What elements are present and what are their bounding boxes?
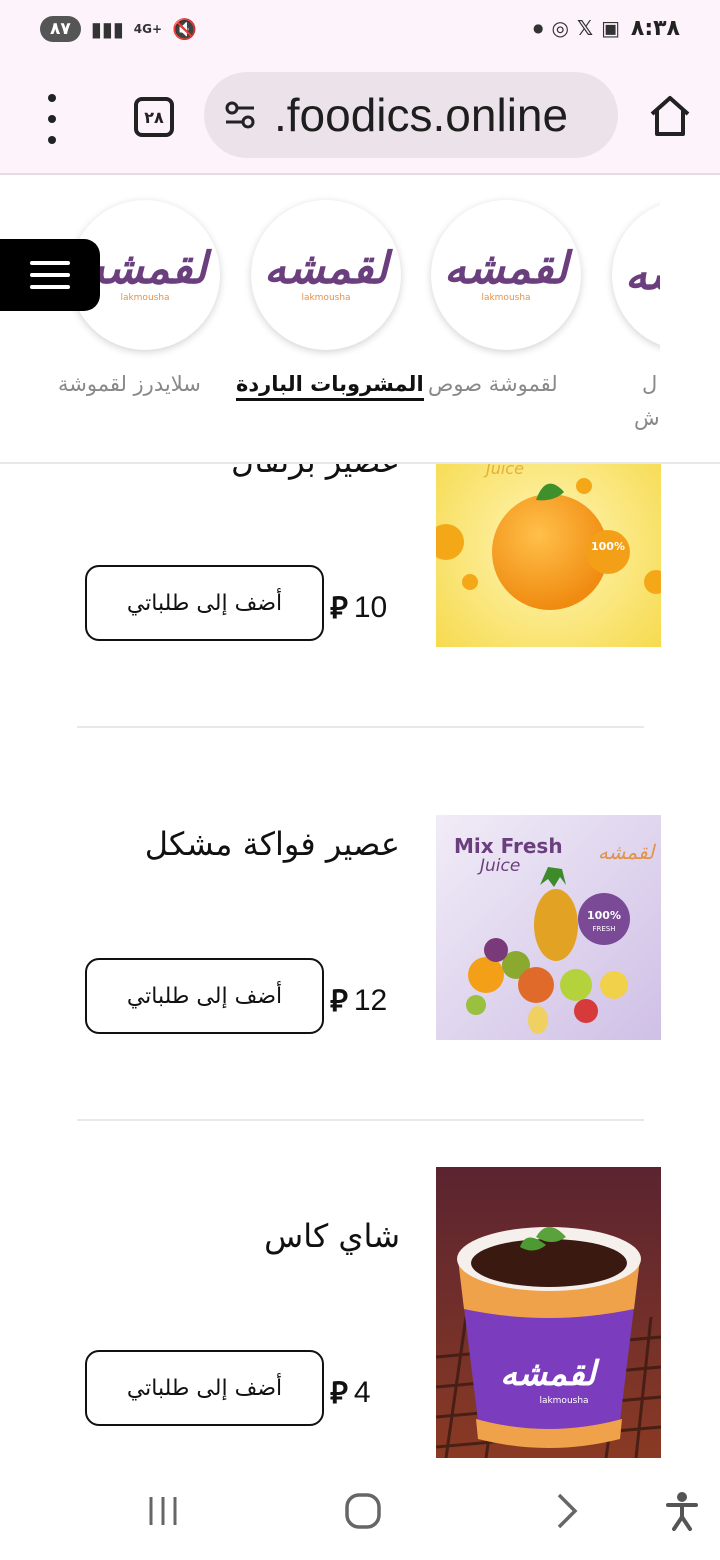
category-label-cold-drinks[interactable]: المشروبات الباردة bbox=[236, 372, 424, 401]
item-divider bbox=[77, 1119, 644, 1121]
item-price: ⃁ 10 bbox=[330, 588, 387, 627]
site-settings-icon[interactable] bbox=[222, 97, 258, 133]
image-badge-text: 100% bbox=[591, 540, 625, 553]
accessibility-icon bbox=[666, 1492, 698, 1531]
status-notifications: ● ◎ 𝕏 ▣ bbox=[533, 16, 620, 40]
url-text: .foodics.online bbox=[274, 89, 569, 141]
item-price: ⃁ 4 bbox=[330, 1373, 371, 1412]
add-to-order-button[interactable]: أضف إلى طلباتي bbox=[85, 1350, 324, 1426]
riyal-symbol-icon: ⃁ bbox=[330, 985, 348, 1018]
item-divider bbox=[77, 726, 644, 728]
logo-text-ar: لقمشه bbox=[264, 243, 388, 294]
clock: ٨:٣٨ bbox=[630, 16, 680, 41]
menu-items-list: عصير برتقال Juice 100% ⃁ 10 bbox=[0, 464, 720, 1464]
price-value: 12 bbox=[353, 983, 388, 1017]
item-name: عصير برتقال bbox=[231, 464, 400, 480]
mute-icon: 🔇 bbox=[172, 17, 197, 41]
image-badge-sub: FRESH bbox=[592, 925, 615, 933]
category-strip: لقمشه lakmousha لقمشه lakmousha لقمشه la… bbox=[0, 176, 720, 464]
status-left: ٨٧ ▮▮▮ 4G+ 🔇 bbox=[40, 16, 197, 42]
logo-text-en: lakmousha bbox=[481, 293, 531, 303]
riyal-symbol-icon: ⃁ bbox=[330, 1377, 348, 1410]
home-nav-icon bbox=[345, 1493, 381, 1529]
image-logo-text: لقمشه bbox=[598, 840, 657, 864]
logo-text-ar: لقمشه bbox=[83, 243, 207, 294]
mixed-juice-image[interactable]: Mix Fresh Juice لقمشه 100% FRESH bbox=[436, 815, 661, 1040]
browser-toolbar: ٢٨ .foodics.online bbox=[0, 62, 720, 175]
address-bar[interactable]: .foodics.online bbox=[204, 72, 618, 158]
cup-logo-en: lakmousha bbox=[539, 1396, 588, 1406]
category-label-partial-line2: ش bbox=[634, 406, 660, 430]
price-value: 4 bbox=[353, 1375, 371, 1409]
screenshot-icon: ▣ bbox=[601, 16, 620, 40]
tab-switcher-button[interactable]: ٢٨ bbox=[134, 97, 174, 137]
category-thumb-sauce[interactable]: لقمشه lakmousha bbox=[431, 200, 581, 350]
signal-icon: ▮▮▮ bbox=[90, 17, 124, 41]
cup-logo-ar: لقمشه bbox=[500, 1354, 600, 1394]
system-nav-bar bbox=[0, 1464, 720, 1560]
accessibility-button[interactable] bbox=[660, 1486, 704, 1536]
network-type: 4G+ bbox=[133, 22, 163, 36]
category-label-sauce[interactable]: لقموشة صوص bbox=[428, 372, 558, 396]
item-name: شاي كاس bbox=[264, 1217, 400, 1255]
status-bar: ٨٧ ▮▮▮ 4G+ 🔇 ● ◎ 𝕏 ▣ ٨:٣٨ bbox=[0, 0, 720, 62]
battery-indicator: ٨٧ bbox=[40, 16, 81, 42]
add-to-order-button[interactable]: أضف إلى طلباتي bbox=[85, 958, 324, 1034]
logo-text-ar: لقمشه bbox=[444, 243, 568, 294]
whatsapp-icon: ◎ bbox=[551, 16, 569, 40]
back-chevron-icon bbox=[557, 1493, 578, 1529]
recent-apps-button[interactable] bbox=[140, 1486, 186, 1536]
image-juice-text: Juice bbox=[483, 464, 524, 478]
item-price: ⃁ 12 bbox=[330, 981, 387, 1020]
category-thumb-cold-drinks[interactable]: لقمشه lakmousha bbox=[251, 200, 401, 350]
logo-text-en: lakmousha bbox=[301, 293, 351, 303]
home-icon[interactable] bbox=[646, 92, 694, 140]
price-value: 10 bbox=[353, 590, 388, 624]
category-label-sliders[interactable]: سلايدرز لقموشة bbox=[58, 372, 201, 396]
orange-juice-image[interactable]: Juice 100% bbox=[436, 464, 661, 647]
menu-toggle-button[interactable] bbox=[0, 239, 100, 311]
category-label-partial[interactable]: ل bbox=[642, 372, 657, 396]
x-icon: 𝕏 bbox=[576, 16, 594, 40]
tea-cup-image[interactable]: لقمشه lakmousha bbox=[436, 1167, 661, 1458]
image-juice-text: Juice bbox=[477, 856, 520, 876]
more-menu-icon[interactable] bbox=[38, 94, 66, 144]
image-title-text: Mix Fresh bbox=[454, 834, 563, 858]
item-name: عصير فواكة مشكل bbox=[144, 825, 400, 863]
add-to-order-button[interactable]: أضف إلى طلباتي bbox=[85, 565, 324, 641]
riyal-symbol-icon: ⃁ bbox=[330, 592, 348, 625]
recent-apps-icon bbox=[149, 1497, 177, 1525]
dot-icon: ● bbox=[533, 21, 544, 35]
back-button[interactable] bbox=[548, 1486, 584, 1536]
image-badge-text: 100% bbox=[587, 909, 621, 922]
home-button[interactable] bbox=[340, 1486, 386, 1536]
logo-text-en: lakmousha bbox=[120, 293, 170, 303]
